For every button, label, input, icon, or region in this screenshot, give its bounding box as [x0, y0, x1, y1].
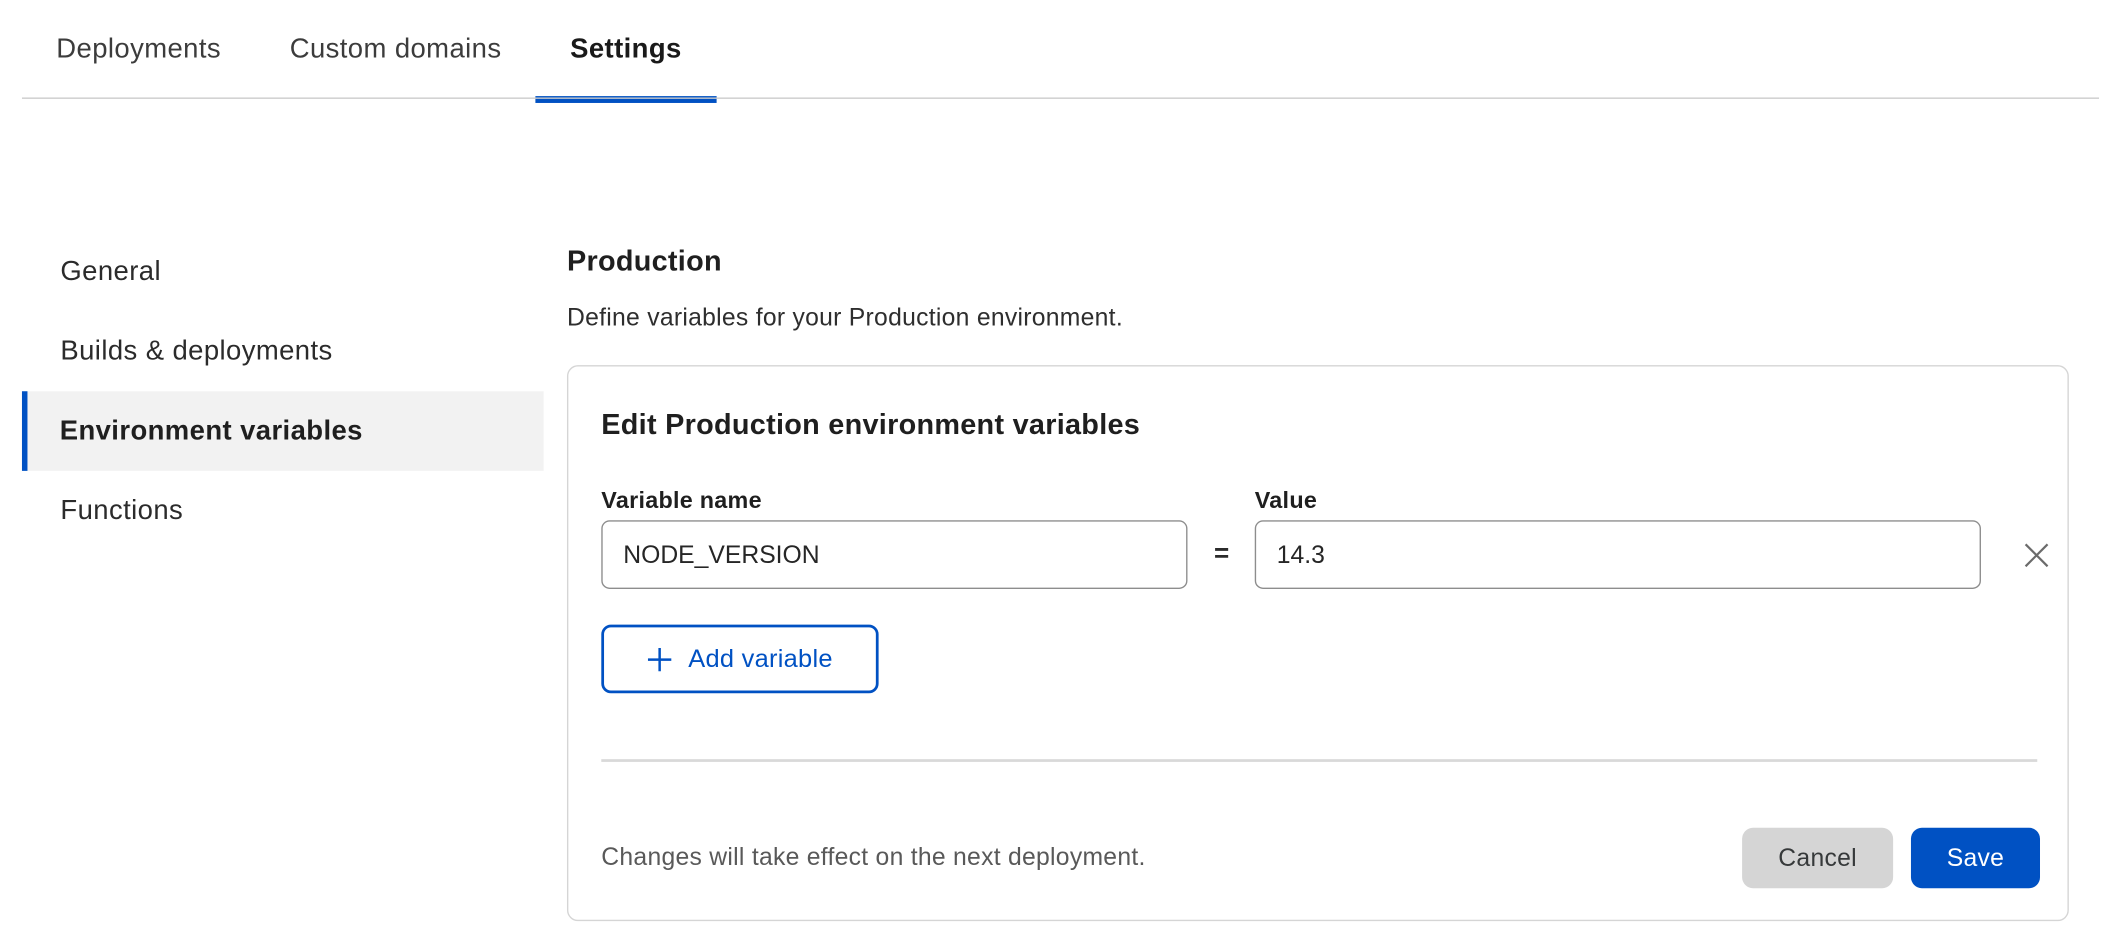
tab-settings[interactable]: Settings [536, 0, 716, 99]
variable-name-input[interactable] [601, 520, 1187, 589]
sidebar-item-functions[interactable]: Functions [22, 471, 544, 551]
tab-bar: Deployments Custom domains Settings [22, 0, 716, 99]
tab-custom-domains[interactable]: Custom domains [255, 0, 535, 99]
remove-variable-button[interactable] [2014, 535, 2058, 573]
footer-note: Changes will take effect on the next dep… [601, 843, 1145, 872]
add-variable-button[interactable]: Add variable [601, 625, 878, 694]
sidebar-item-general[interactable]: General [22, 232, 544, 312]
variable-name-label: Variable name [601, 487, 762, 514]
plus-icon [647, 646, 673, 672]
cancel-button[interactable]: Cancel [1742, 828, 1893, 888]
sidebar-item-environment-variables[interactable]: Environment variables [22, 391, 544, 471]
add-variable-label: Add variable [688, 644, 832, 674]
section-title: Production [567, 246, 722, 279]
page: Deployments Custom domains Settings Gene… [0, 0, 2121, 948]
variable-value-input[interactable] [1255, 520, 1981, 589]
card-title: Edit Production environment variables [601, 409, 1140, 442]
equals-sign: = [1203, 520, 1241, 589]
tab-bar-divider [22, 97, 2099, 99]
value-label: Value [1255, 487, 1317, 514]
x-icon [2020, 539, 2052, 571]
environment-variables-card: Edit Production environment variables Va… [567, 365, 2069, 921]
save-button[interactable]: Save [1911, 828, 2040, 888]
settings-sidebar: General Builds & deployments Environment… [22, 232, 544, 550]
card-footer-divider [601, 759, 2037, 761]
sidebar-item-builds-deployments[interactable]: Builds & deployments [22, 312, 544, 392]
tab-deployments[interactable]: Deployments [22, 0, 255, 99]
section-description: Define variables for your Production env… [567, 303, 1123, 332]
